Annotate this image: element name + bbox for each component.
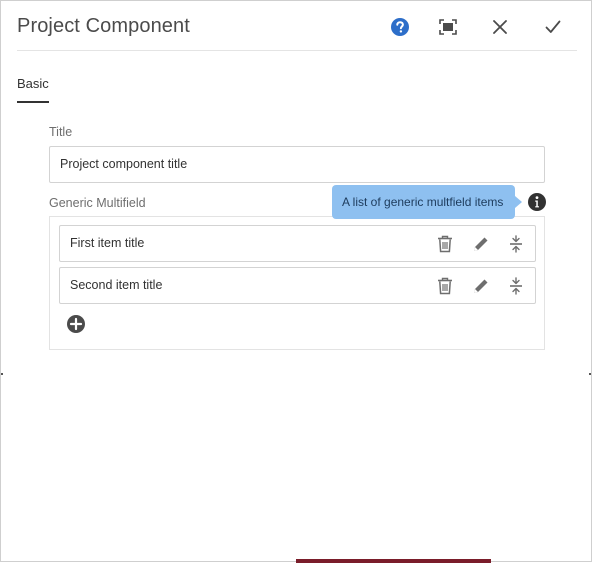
pencil-icon xyxy=(474,237,488,251)
fullscreen-icon xyxy=(439,19,457,35)
background-page-strip xyxy=(296,559,491,563)
move-icon xyxy=(510,235,522,253)
multifield-item[interactable]: Second item title xyxy=(59,267,536,304)
delete-item-button[interactable] xyxy=(434,233,456,255)
edge-marker xyxy=(589,373,591,375)
close-button[interactable] xyxy=(486,13,514,41)
help-icon xyxy=(391,18,409,36)
reorder-item-button[interactable] xyxy=(505,275,527,297)
title-input[interactable]: Project component title xyxy=(49,146,545,183)
dialog-title: Project Component xyxy=(17,15,190,37)
edit-dialog: Project Component Basic Title Project co… xyxy=(0,0,592,563)
pencil-icon xyxy=(474,279,488,293)
add-circle-icon xyxy=(67,315,85,333)
trash-icon xyxy=(438,277,452,295)
checkmark-icon xyxy=(545,20,561,33)
tab-basic[interactable]: Basic xyxy=(17,76,49,103)
info-icon xyxy=(528,193,546,211)
dialog-header: Project Component xyxy=(17,1,577,51)
edit-item-button[interactable] xyxy=(470,275,492,297)
add-item-button[interactable] xyxy=(66,314,86,334)
tab-list: Basic xyxy=(17,75,49,103)
fullscreen-button[interactable] xyxy=(434,13,462,41)
trash-icon xyxy=(438,235,452,253)
done-button[interactable] xyxy=(539,13,567,41)
edge-marker xyxy=(1,373,3,375)
multifield-item[interactable]: First item title xyxy=(59,225,536,262)
generic-multifield: First item title Second item title xyxy=(49,216,545,350)
move-icon xyxy=(510,277,522,295)
reorder-item-button[interactable] xyxy=(505,233,527,255)
multifield-item-label: First item title xyxy=(70,236,145,250)
info-button[interactable] xyxy=(527,192,547,212)
multifield-label: Generic Multifield xyxy=(49,196,146,210)
close-icon xyxy=(493,20,507,34)
delete-item-button[interactable] xyxy=(434,275,456,297)
title-field-label: Title xyxy=(49,125,73,139)
help-button[interactable] xyxy=(386,13,414,41)
multifield-item-label: Second item title xyxy=(70,278,163,292)
multifield-tooltip: A list of generic multfield items xyxy=(332,185,515,219)
edit-item-button[interactable] xyxy=(470,233,492,255)
tooltip-arrow xyxy=(515,196,522,208)
